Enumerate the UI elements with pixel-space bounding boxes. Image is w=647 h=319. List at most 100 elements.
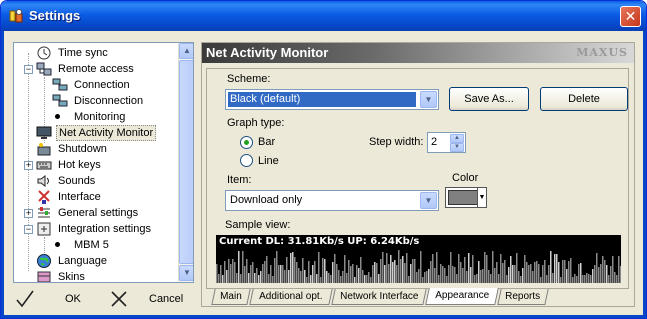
graph-bar bbox=[322, 258, 324, 283]
graph-bar bbox=[328, 273, 330, 283]
graph-bar bbox=[468, 253, 470, 283]
graph-bar bbox=[298, 268, 300, 283]
graph-bar bbox=[354, 277, 356, 283]
item-select[interactable]: Download only ▼ bbox=[225, 190, 439, 211]
spin-up-icon[interactable]: ▲ bbox=[450, 134, 464, 143]
graph-bar bbox=[446, 276, 448, 283]
step-width-spinner[interactable]: 2 ▲ ▼ bbox=[427, 132, 466, 153]
graph-bar bbox=[592, 269, 594, 283]
tab-appearance[interactable]: Appearance bbox=[425, 288, 499, 305]
chevron-down-icon[interactable]: ▼ bbox=[420, 192, 437, 209]
line-radio[interactable] bbox=[240, 154, 253, 167]
graph-bar bbox=[224, 261, 226, 283]
graph-bar bbox=[316, 274, 318, 283]
close-button[interactable]: ✕ bbox=[620, 6, 641, 27]
graph-bar bbox=[474, 275, 476, 283]
tab-main[interactable]: Main bbox=[211, 289, 251, 305]
delete-button[interactable]: Delete bbox=[540, 87, 628, 111]
color-label: Color bbox=[452, 172, 479, 184]
window-border-bottom bbox=[1, 315, 646, 318]
graph-bar bbox=[400, 259, 402, 283]
scheme-label: Scheme: bbox=[227, 73, 271, 85]
graph-bar bbox=[538, 264, 540, 283]
scroll-up-icon[interactable]: ▲ bbox=[179, 43, 193, 59]
bar-radio[interactable] bbox=[240, 136, 253, 149]
graph-bar bbox=[620, 266, 621, 283]
graph-bar bbox=[318, 252, 320, 283]
graph-bar bbox=[504, 260, 506, 283]
ok-button[interactable]: OK bbox=[15, 288, 95, 310]
scroll-down-icon[interactable]: ▼ bbox=[179, 265, 193, 281]
graph-bar bbox=[412, 259, 414, 283]
graph-bar bbox=[230, 264, 232, 283]
expander-hot-keys[interactable]: + bbox=[24, 161, 33, 170]
graph-bar bbox=[582, 275, 584, 283]
tab-reports[interactable]: Reports bbox=[497, 289, 549, 305]
cancel-button[interactable]: Cancel bbox=[109, 288, 195, 310]
graph-bar bbox=[326, 271, 328, 283]
tab-additional-opt[interactable]: Additional opt. bbox=[249, 289, 333, 305]
graph-bar bbox=[334, 254, 336, 283]
graph-bar bbox=[394, 260, 396, 283]
graph-bar bbox=[290, 253, 292, 283]
graph-bar bbox=[358, 268, 360, 283]
line-radio-label[interactable]: Line bbox=[258, 155, 279, 167]
graph-bar bbox=[350, 266, 352, 283]
tab-network-interface[interactable]: Network Interface bbox=[331, 289, 427, 305]
settings-window: Settings ✕ Time sync − Remote access Con… bbox=[0, 0, 647, 319]
sample-view-label: Sample view: bbox=[225, 219, 291, 231]
sample-readout: Current DL: 31.81Kb/s UP: 6.24Kb/s bbox=[219, 236, 420, 247]
graph-bar bbox=[414, 259, 416, 283]
graph-bar bbox=[522, 268, 524, 283]
graph-bar bbox=[540, 277, 542, 283]
graph-bar bbox=[594, 265, 596, 283]
expander-general-settings[interactable]: + bbox=[24, 209, 33, 218]
graph-bar bbox=[420, 251, 422, 283]
graph-bar bbox=[258, 275, 260, 283]
clock-icon bbox=[37, 46, 51, 60]
color-swatch bbox=[448, 190, 478, 205]
title-bar[interactable]: Settings ✕ bbox=[1, 1, 646, 31]
graph-bar bbox=[282, 265, 284, 283]
graph-bar bbox=[242, 251, 244, 283]
expander-integration-settings[interactable]: − bbox=[24, 225, 33, 234]
graph-bar bbox=[428, 269, 430, 283]
settings-app-icon bbox=[9, 9, 23, 23]
graph-bar bbox=[366, 275, 368, 283]
skins-icon bbox=[37, 271, 51, 282]
tree-scrollbar[interactable]: ▲ ▼ bbox=[178, 43, 193, 282]
chevron-down-icon[interactable]: ▼ bbox=[477, 188, 486, 207]
graph-bar bbox=[616, 275, 618, 283]
graph-bar bbox=[520, 276, 522, 283]
chevron-down-icon[interactable]: ▼ bbox=[420, 91, 437, 108]
scroll-thumb[interactable] bbox=[179, 60, 193, 264]
graph-bar bbox=[410, 264, 412, 283]
graph-bar bbox=[222, 275, 224, 283]
item-label: Item: bbox=[227, 174, 252, 186]
network-icon bbox=[36, 62, 52, 76]
bar-radio-label[interactable]: Bar bbox=[258, 136, 275, 148]
dialog-buttons: OK Cancel bbox=[15, 288, 195, 312]
graph-bar bbox=[270, 265, 272, 283]
graph-bar bbox=[278, 265, 280, 283]
graph-bar bbox=[484, 252, 486, 283]
graph-bar bbox=[534, 262, 536, 283]
settings-icon bbox=[38, 207, 50, 218]
integration-icon bbox=[37, 222, 51, 236]
graph-bar bbox=[402, 256, 404, 283]
save-as-button[interactable]: Save As... bbox=[449, 87, 529, 111]
color-picker[interactable]: ▼ bbox=[445, 187, 487, 208]
settings-tree[interactable]: Time sync − Remote access Connection Dis… bbox=[13, 42, 194, 283]
scheme-select[interactable]: Black (default) ▼ bbox=[225, 89, 439, 110]
graph-bar bbox=[284, 270, 286, 283]
graph-bar bbox=[398, 250, 400, 283]
graph-bar bbox=[442, 266, 444, 283]
graph-bar bbox=[374, 262, 376, 283]
graph-bar bbox=[508, 267, 510, 283]
expander-remote-access[interactable]: − bbox=[24, 65, 33, 74]
settings-panel: Net Activity Monitor MAXUS Scheme: Black… bbox=[201, 42, 635, 307]
graph-bar bbox=[458, 254, 460, 283]
graph-bar bbox=[256, 268, 258, 283]
radio-selected-dot bbox=[244, 140, 249, 145]
spin-down-icon[interactable]: ▼ bbox=[450, 143, 464, 152]
